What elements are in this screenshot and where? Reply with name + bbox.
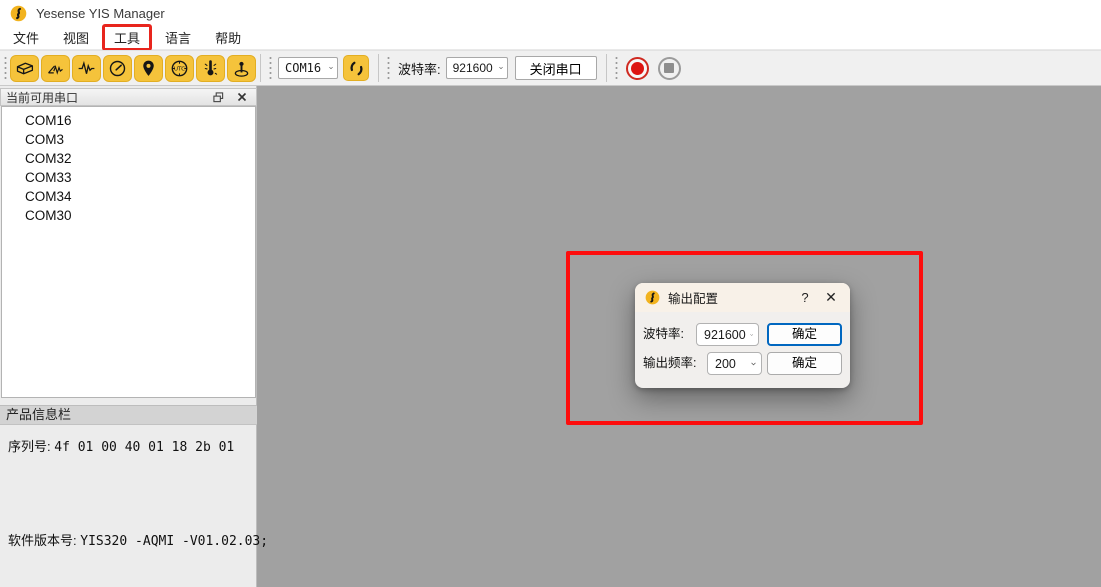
angle-waveform-icon xyxy=(45,58,66,79)
dialog-rate-value: 200 xyxy=(715,357,736,371)
waveform-icon xyxy=(76,58,97,79)
dialog-rate-confirm-button[interactable]: 确定 xyxy=(767,352,842,375)
serial-number-value: 4f 01 00 40 01 18 2b 01 xyxy=(54,440,234,455)
toolbar: UTC COM16 xyxy=(0,50,1101,86)
menu-view[interactable]: 视图 xyxy=(52,26,100,49)
port-list-item[interactable]: COM34 xyxy=(2,187,255,206)
output-rate-row: 输出频率: 200 确定 xyxy=(635,352,850,375)
port-select[interactable]: COM16 xyxy=(278,57,338,79)
gauge-icon xyxy=(107,58,128,79)
port-list-item[interactable]: COM3 xyxy=(2,130,255,149)
gauge-button[interactable] xyxy=(103,55,132,82)
location-pin-icon xyxy=(138,58,159,79)
dialog-title-bar: 输出配置 ? ✕ xyxy=(635,283,850,312)
firmware-version-line: 软件版本号: YIS320 -AQMI -V01.02.03; xyxy=(8,530,268,549)
dialog-baud-select[interactable]: 921600 xyxy=(696,323,759,346)
menu-language[interactable]: 语言 xyxy=(154,26,202,49)
output-config-dialog: 输出配置 ? ✕ 波特率: 921600 确定 输出频率: 200 确定 xyxy=(635,283,850,388)
refresh-icon xyxy=(348,60,365,77)
stop-icon xyxy=(664,63,674,73)
toolbar-separator xyxy=(378,54,379,82)
attitude-plot-button[interactable] xyxy=(41,55,70,82)
toolbar-drag-handle[interactable] xyxy=(386,55,391,81)
dialog-baud-value: 921600 xyxy=(704,328,746,342)
menu-file[interactable]: 文件 xyxy=(2,26,50,49)
baud-select[interactable]: 921600 xyxy=(446,57,508,79)
svg-text:UTC: UTC xyxy=(174,66,185,72)
chevron-down-icon xyxy=(746,332,753,338)
dialog-title: 输出配置 xyxy=(668,288,718,307)
utc-clock-icon: UTC xyxy=(169,58,190,79)
cube-icon xyxy=(14,58,35,79)
utc-time-button[interactable]: UTC xyxy=(165,55,194,82)
firmware-version-label: 软件版本号: xyxy=(8,533,77,548)
app-logo-icon xyxy=(645,290,660,305)
dialog-close-button[interactable]: ✕ xyxy=(816,289,846,306)
serial-number-label: 序列号: xyxy=(8,439,51,454)
firmware-version-value: YIS320 -AQMI -V01.02.03; xyxy=(80,534,268,549)
available-port-list: COM16 COM3 COM32 COM33 COM34 COM30 xyxy=(1,106,256,398)
toolbar-separator xyxy=(606,54,607,82)
product-info-header: 产品信息栏 xyxy=(0,405,257,425)
port-list-item[interactable]: COM33 xyxy=(2,168,255,187)
dialog-help-button[interactable]: ? xyxy=(794,290,816,305)
temperature-button[interactable] xyxy=(196,55,225,82)
chevron-down-icon xyxy=(747,361,756,367)
baud-rate-label: 波特率: xyxy=(398,59,441,78)
toolbar-drag-handle[interactable] xyxy=(614,55,619,81)
dialog-baud-label: 波特率: xyxy=(643,323,684,346)
port-select-value: COM16 xyxy=(285,61,321,75)
title-bar: Yesense YIS Manager xyxy=(0,0,1101,26)
toolbar-separator xyxy=(260,54,261,82)
close-icon xyxy=(237,92,247,102)
menu-tools[interactable]: 工具 xyxy=(102,24,152,51)
float-window-icon xyxy=(213,92,224,103)
dock-header: 当前可用串口 xyxy=(0,88,257,106)
baud-select-value: 921600 xyxy=(453,61,493,75)
menu-help[interactable]: 帮助 xyxy=(204,26,252,49)
window-title: Yesense YIS Manager xyxy=(36,6,165,21)
view-3d-button[interactable] xyxy=(10,55,39,82)
waveform-plot-button[interactable] xyxy=(72,55,101,82)
toolbar-drag-handle[interactable] xyxy=(3,55,8,81)
serial-number-line: 序列号: 4f 01 00 40 01 18 2b 01 xyxy=(8,436,234,455)
dock-close-button[interactable] xyxy=(234,90,250,104)
joystick-icon xyxy=(231,58,252,79)
app-window: Yesense YIS Manager 文件 视图 工具 语言 帮助 xyxy=(0,0,1101,587)
app-logo-icon xyxy=(10,5,27,22)
close-serial-port-button[interactable]: 关闭串口 xyxy=(515,56,597,80)
record-icon xyxy=(631,62,644,75)
dialog-baud-confirm-button[interactable]: 确定 xyxy=(767,323,842,346)
port-list-item[interactable]: COM30 xyxy=(2,206,255,225)
port-list-item[interactable]: COM16 xyxy=(2,111,255,130)
port-list-item[interactable]: COM32 xyxy=(2,149,255,168)
joystick-button[interactable] xyxy=(227,55,256,82)
dock-float-button[interactable] xyxy=(210,90,226,104)
stop-button[interactable] xyxy=(658,57,681,80)
dialog-rate-label: 输出频率: xyxy=(643,352,696,375)
serial-port-dock: 当前可用串口 COM16 COM3 COM32 COM33 COM34 COM3… xyxy=(0,86,257,587)
location-button[interactable] xyxy=(134,55,163,82)
dialog-rate-select[interactable]: 200 xyxy=(707,352,762,375)
refresh-ports-button[interactable] xyxy=(343,55,369,81)
chevron-down-icon xyxy=(494,65,503,71)
dock-title: 当前可用串口 xyxy=(6,89,78,106)
thermometer-icon xyxy=(200,58,221,79)
record-button[interactable] xyxy=(626,57,649,80)
chevron-down-icon xyxy=(324,65,333,71)
baud-rate-row: 波特率: 921600 确定 xyxy=(635,323,850,346)
menu-bar: 文件 视图 工具 语言 帮助 xyxy=(0,26,1101,50)
toolbar-drag-handle[interactable] xyxy=(268,55,273,81)
